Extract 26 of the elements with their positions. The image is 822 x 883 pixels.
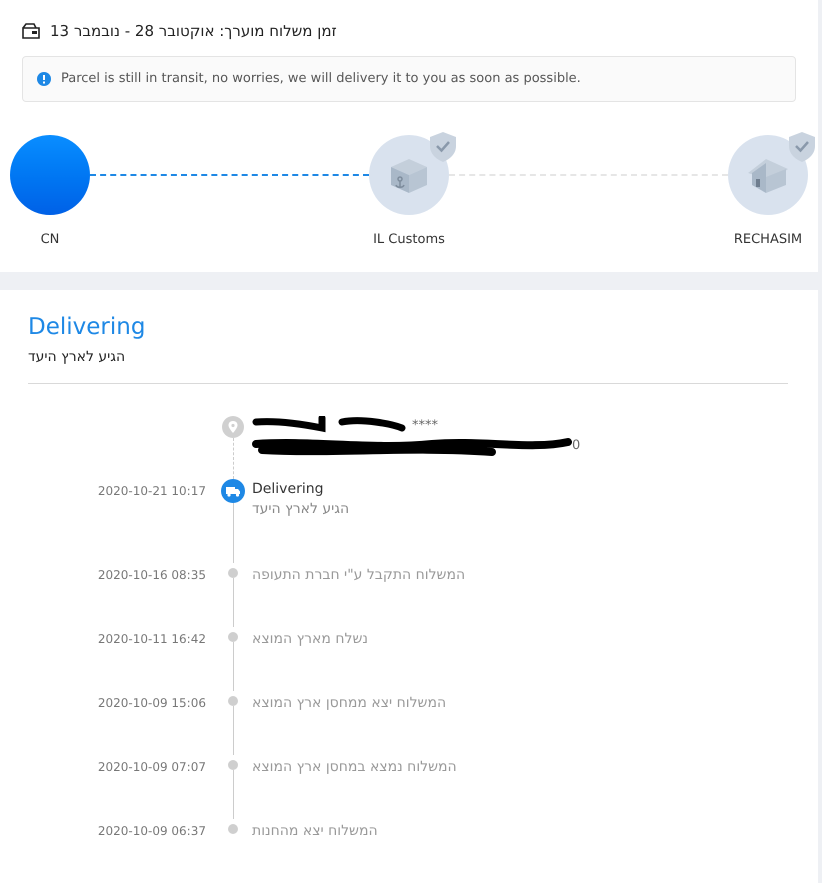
event-text: המשלוח התקבל ע"י חברת התעופה xyxy=(252,566,466,584)
shield-check-icon xyxy=(429,131,457,163)
truck-icon xyxy=(221,478,245,502)
info-icon xyxy=(37,72,51,86)
event-time: 2020-10-21 10:17 xyxy=(98,484,206,498)
event-text: המשלוח נמצא במחסן ארץ המוצא xyxy=(252,758,457,776)
info-message: Parcel is still in transit, no worries, we will delivery it to you as soon as possible. xyxy=(61,70,581,88)
event-time: 2020-10-09 15:06 xyxy=(98,696,206,710)
event-text: הגיע לארץ היעד xyxy=(252,500,350,518)
stage-label: CN xyxy=(40,231,60,249)
event-title: Delivering xyxy=(252,480,324,498)
status-subtitle: הגיע לארץ היעד xyxy=(28,348,126,366)
event-text: נשלח מארץ המוצא xyxy=(252,630,368,648)
event-time: 2020-10-11 16:42 xyxy=(98,632,206,646)
stage-label: IL Customs xyxy=(373,231,445,249)
event-time: 2020-10-09 06:37 xyxy=(98,824,206,838)
address-text: **** xyxy=(412,416,438,435)
address-text: 0 xyxy=(572,436,580,455)
event-text: המשלוח יצא מהחנות xyxy=(252,822,378,840)
event-time: 2020-10-16 08:35 xyxy=(98,568,206,582)
status-title: Delivering xyxy=(28,313,146,342)
shield-check-icon xyxy=(788,131,816,163)
event-time: 2020-10-09 07:07 xyxy=(98,760,206,774)
event-text: המשלוח יצא ממחסן ארץ המוצא xyxy=(252,694,446,712)
delivery-estimate: זמן משלוח מוערך: אוקטובר 28 - נובמבר 13 xyxy=(50,20,337,42)
stage-label: RECHASIM xyxy=(734,231,802,249)
